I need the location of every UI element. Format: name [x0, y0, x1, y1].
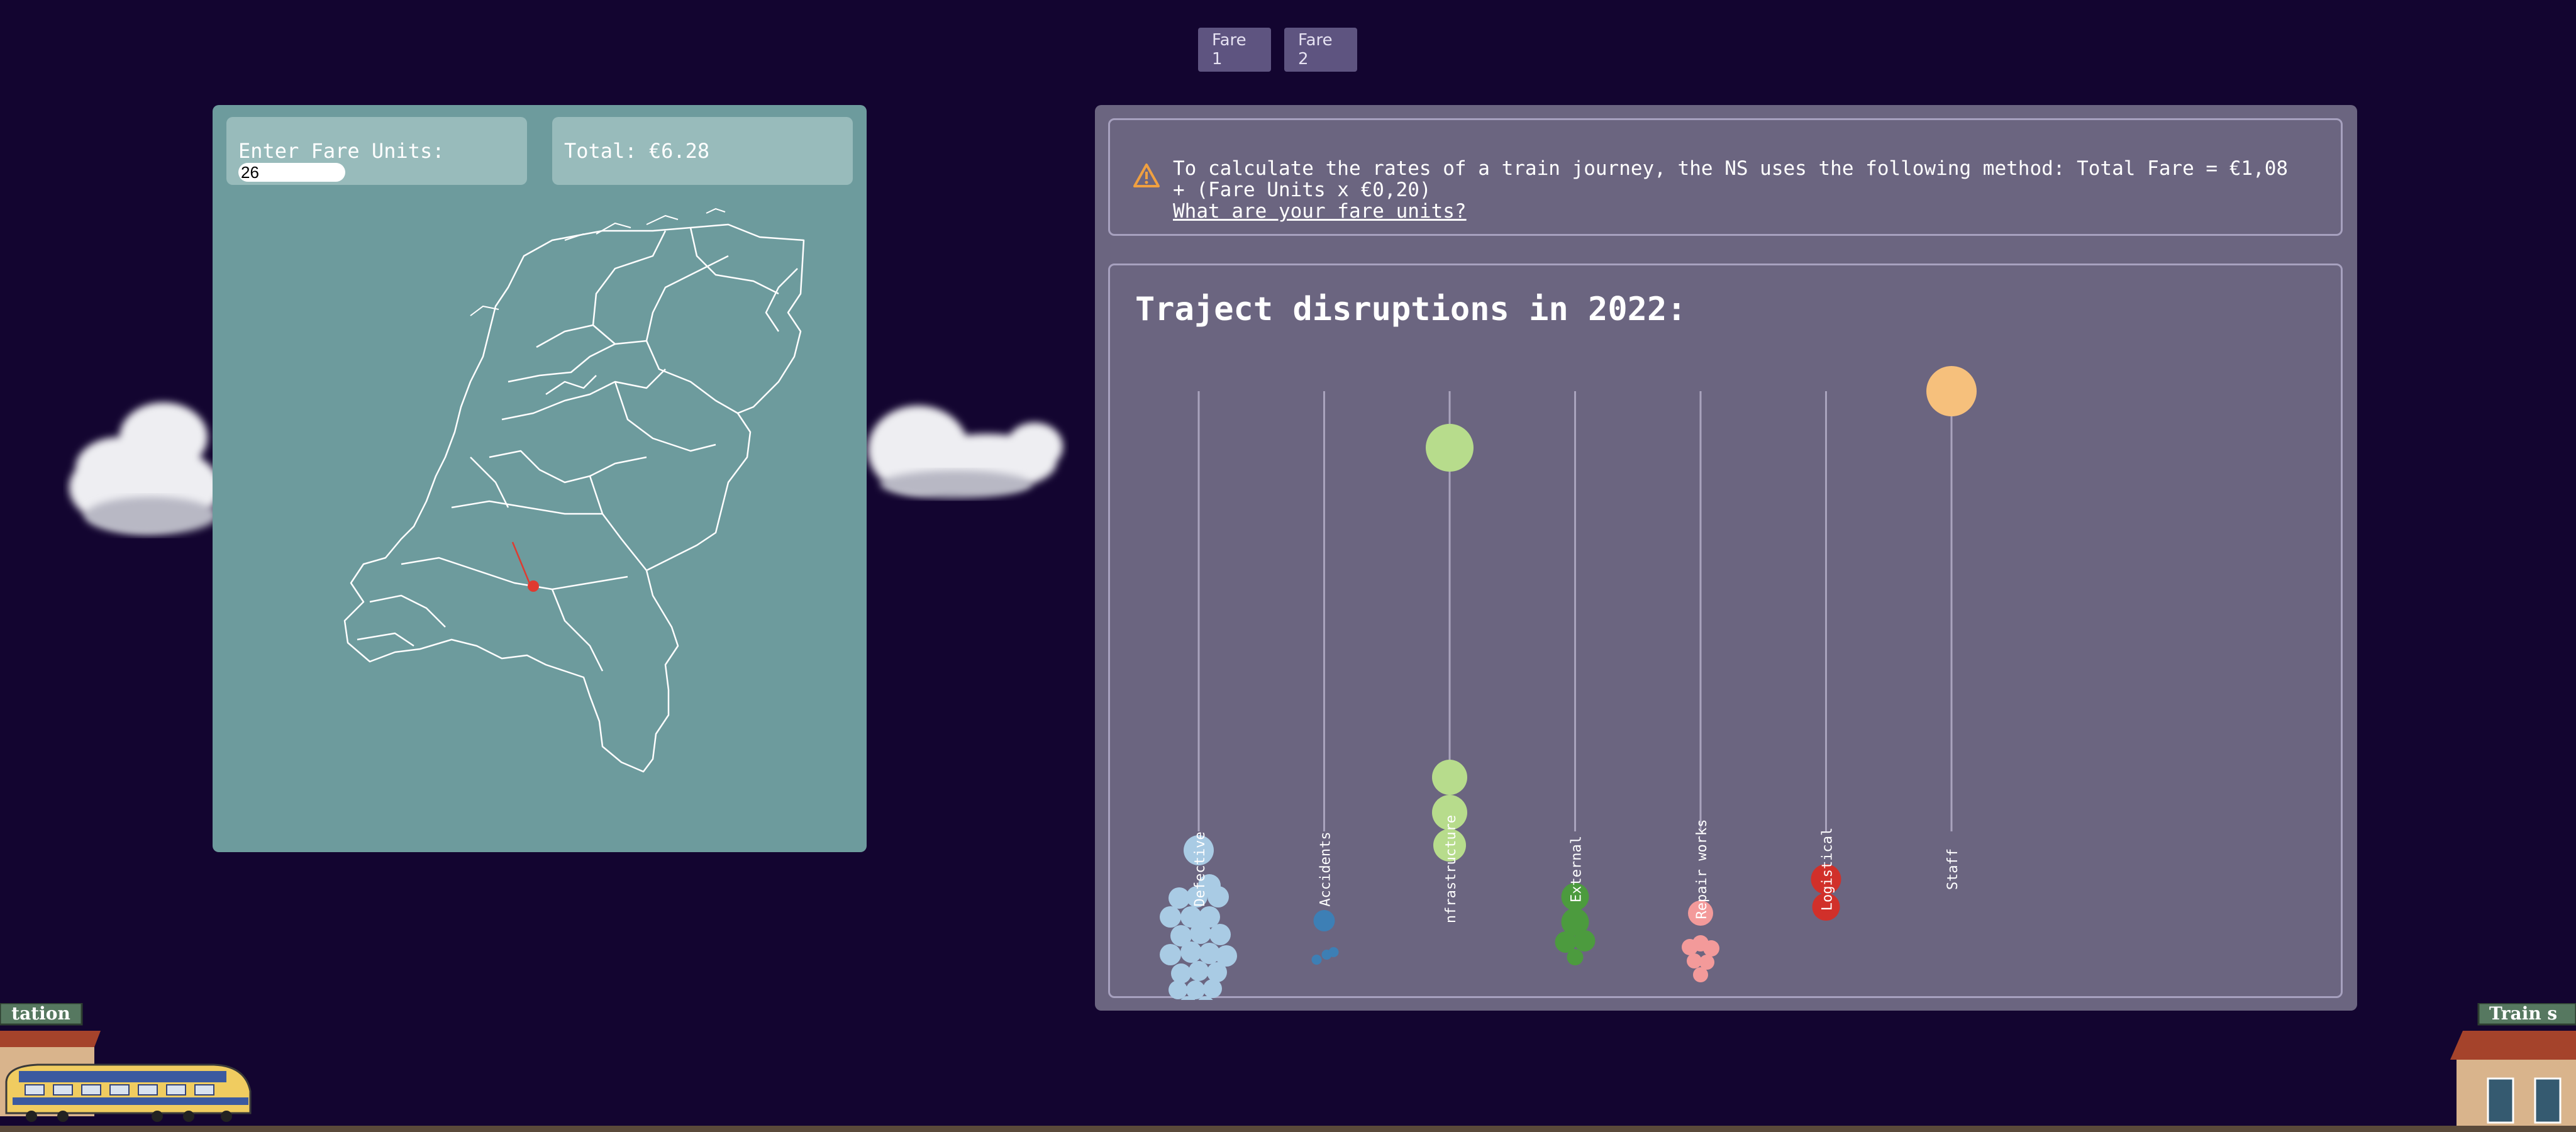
- disruption-dot[interactable]: [1311, 955, 1322, 965]
- train-image: [5, 1063, 252, 1122]
- left-station-illustration: tation: [0, 1003, 252, 1122]
- fare-info-box: To calculate the rates of a train journe…: [1108, 118, 2343, 236]
- disruption-dot[interactable]: [1207, 962, 1227, 982]
- disruption-dot[interactable]: [1208, 886, 1229, 907]
- warning-icon: [1133, 164, 1160, 187]
- fare-units-link[interactable]: What are your fare units?: [1173, 201, 1467, 222]
- station-sign-right-text: Train s: [2489, 1003, 2557, 1024]
- disruption-dot[interactable]: [1160, 906, 1181, 928]
- category-label: Staff: [1945, 848, 1961, 890]
- disruption-dot[interactable]: [1567, 949, 1584, 965]
- disruption-dot[interactable]: [1189, 961, 1209, 981]
- disruption-dot[interactable]: [1426, 424, 1474, 472]
- disruption-dot[interactable]: [1160, 944, 1181, 965]
- disruption-dot[interactable]: [1209, 924, 1231, 945]
- netherlands-map[interactable]: [213, 105, 867, 852]
- category-label: Accidents: [1318, 831, 1334, 906]
- disruption-dot[interactable]: [1190, 923, 1211, 944]
- chart-plot: Defective Accidents nfrastructure External R…: [1160, 366, 1977, 1000]
- category-label: nfrastructure: [1443, 815, 1459, 923]
- location-marker[interactable]: [528, 580, 539, 592]
- disruption-dot[interactable]: [1926, 366, 1977, 416]
- route-line: [511, 541, 531, 585]
- station-sign-left-text: tation: [11, 1003, 70, 1024]
- cloud-right-image: [868, 406, 1063, 498]
- disruption-dot[interactable]: [1203, 979, 1222, 998]
- category-label: External: [1569, 836, 1585, 902]
- tab-fare-2[interactable]: Fare 2: [1284, 28, 1357, 72]
- fare-info-text-block: To calculate the rates of a train journe…: [1173, 158, 2299, 222]
- right-station-illustration: Train s: [2450, 1003, 2576, 1132]
- disruption-dot[interactable]: [1432, 760, 1467, 795]
- fare-tabs: Fare 1 Fare 2: [1198, 28, 1357, 72]
- category-label: Logistical: [1820, 828, 1836, 911]
- category-label: Repair works: [1694, 819, 1710, 919]
- disruption-dot[interactable]: [1328, 947, 1339, 957]
- map-panel: Enter Fare Units: Total: €6.28: [213, 105, 867, 852]
- tab-fare-1[interactable]: Fare 1: [1198, 28, 1271, 72]
- info-panel: To calculate the rates of a train journe…: [1095, 105, 2357, 1011]
- fare-info-text: To calculate the rates of a train journe…: [1173, 157, 2289, 201]
- ground-strip: [0, 1126, 2576, 1132]
- category-label: Defective: [1192, 831, 1208, 906]
- disruption-dot[interactable]: [1169, 980, 1187, 999]
- disruptions-chart: Traject disruptions in 2022: Defective Ac…: [1108, 264, 2343, 1000]
- cloud-left-image: [69, 402, 220, 535]
- disruption-dot[interactable]: [1171, 963, 1191, 984]
- disruption-dot[interactable]: [1574, 930, 1596, 952]
- disruption-dot[interactable]: [1703, 940, 1719, 957]
- disruption-dot[interactable]: [1180, 941, 1202, 963]
- disruption-dot[interactable]: [1693, 967, 1708, 982]
- disruption-dot[interactable]: [1313, 910, 1335, 931]
